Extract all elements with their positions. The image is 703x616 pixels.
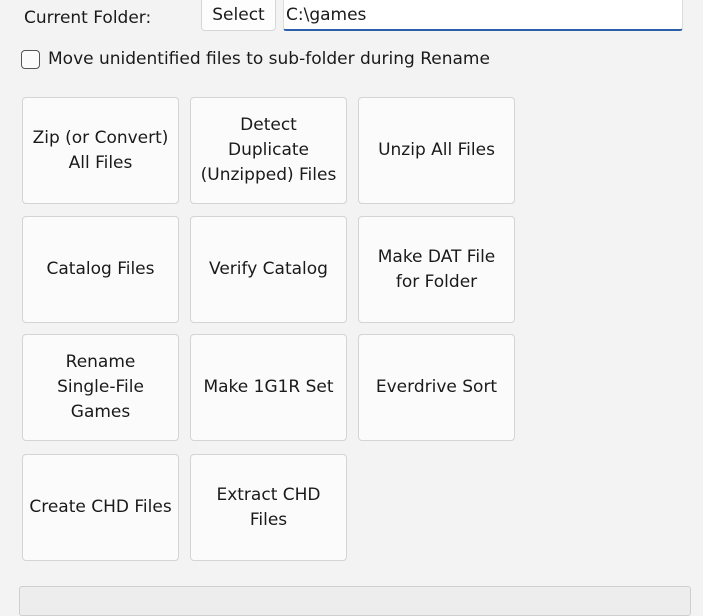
catalog-files-button[interactable]: Catalog Files [22,216,179,323]
verify-catalog-button[interactable]: Verify Catalog [190,216,347,323]
rename-single-file-games-button[interactable]: Rename Single-File Games [22,334,179,441]
unzip-all-files-button[interactable]: Unzip All Files [358,97,515,204]
extract-chd-files-button[interactable]: Extract CHD Files [190,454,347,561]
detect-duplicate-files-button[interactable]: Detect Duplicate (Unzipped) Files [190,97,347,204]
move-unidentified-option[interactable]: Move unidentified files to sub-folder du… [21,48,490,70]
make-dat-file-button[interactable]: Make DAT File for Folder [358,216,515,323]
current-folder-label: Current Folder: [24,8,152,28]
everdrive-sort-button[interactable]: Everdrive Sort [358,334,515,441]
select-folder-button[interactable]: Select [201,0,276,31]
zip-all-files-button[interactable]: Zip (or Convert) All Files [22,97,179,204]
create-chd-files-button[interactable]: Create CHD Files [22,454,179,561]
folder-path-input[interactable] [283,0,683,31]
move-unidentified-label: Move unidentified files to sub-folder du… [48,49,490,69]
make-1g1r-set-button[interactable]: Make 1G1R Set [190,334,347,441]
status-panel [19,586,691,616]
move-unidentified-checkbox[interactable] [21,49,40,69]
